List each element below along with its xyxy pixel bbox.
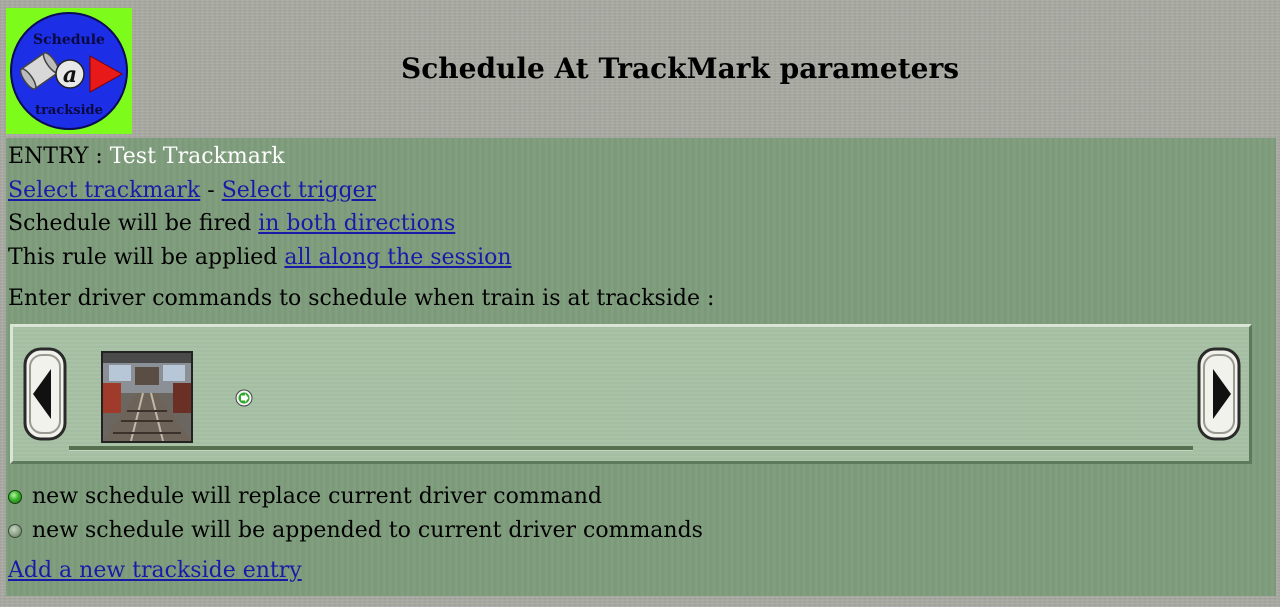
arrow-right-icon[interactable] (1197, 347, 1241, 441)
logo-top-text: Schedule (33, 32, 105, 48)
applied-text: This rule will be applied (8, 245, 285, 270)
direction-line: Schedule will be fired in both direction… (8, 211, 455, 236)
entry-label: ENTRY : (8, 144, 110, 169)
applied-link[interactable]: all along the session (284, 245, 511, 270)
command-instruction: Enter driver commands to schedule when t… (8, 286, 715, 311)
mode-option-replace[interactable]: new schedule will replace current driver… (8, 484, 602, 509)
command-strip-rail (69, 446, 1193, 451)
entry-name: Test Trackmark (109, 144, 285, 169)
add-entry-line: Add a new trackside entry (8, 558, 302, 583)
select-trigger-link[interactable]: Select trigger (222, 178, 376, 203)
mode-option-label: new schedule will be appended to current… (32, 518, 703, 543)
mode-option-append[interactable]: new schedule will be appended to current… (8, 518, 703, 543)
selector-line: Select trackmark - Select trigger (8, 178, 376, 203)
entry-line: ENTRY : Test Trackmark (8, 144, 285, 169)
station-platform-thumbnail[interactable] (101, 351, 193, 443)
arrow-left-icon[interactable] (23, 347, 67, 441)
direction-text: Schedule will be fired (8, 211, 259, 236)
select-trackmark-link[interactable]: Select trackmark (8, 178, 200, 203)
mode-option-label: new schedule will replace current driver… (32, 484, 602, 509)
logo-bottom-text: trackside (35, 103, 103, 118)
header: Schedule trackside a Schedule At TrackMa… (0, 0, 1280, 138)
parameters-panel: ENTRY : Test Trackmark Select trackmark … (6, 138, 1276, 596)
green-arrow-icon[interactable] (235, 389, 253, 407)
page-title: Schedule At TrackMark parameters (401, 52, 959, 85)
radio-unselected[interactable] (8, 523, 22, 538)
selector-separator: - (200, 178, 222, 203)
driver-commands-strip[interactable] (10, 324, 1252, 464)
add-trackside-entry-link[interactable]: Add a new trackside entry (8, 558, 302, 583)
applied-line: This rule will be applied all along the … (8, 245, 512, 270)
radio-selected[interactable] (8, 489, 22, 504)
direction-link[interactable]: in both directions (258, 211, 455, 236)
